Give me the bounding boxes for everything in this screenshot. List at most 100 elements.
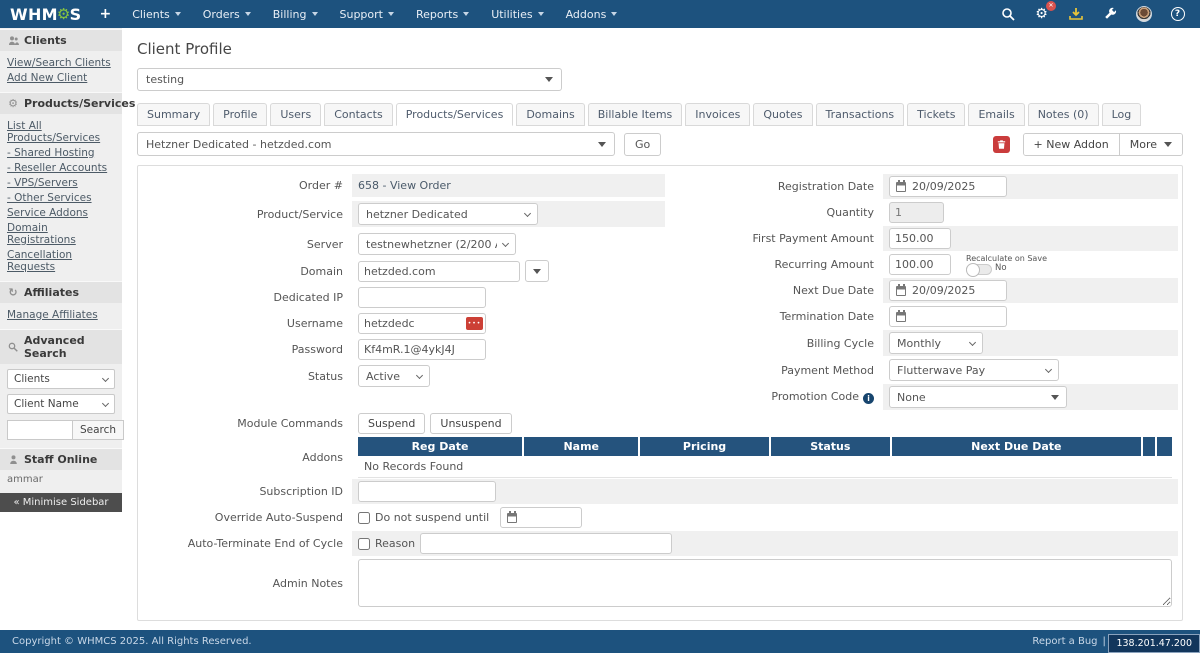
sidebar-section-staff-online: Staff Online (0, 448, 122, 470)
subscription-id-row: Subscription ID (142, 479, 1178, 504)
sidebar-link-list-all-products[interactable]: List All Products/Services (0, 118, 122, 145)
footer-copyright: Copyright © WHMCS 2025. All Rights Reser… (12, 636, 252, 647)
report-bug-link[interactable]: Report a Bug (1032, 636, 1097, 647)
delete-service-icon[interactable] (993, 136, 1010, 153)
subscription-id-input[interactable] (358, 481, 496, 502)
go-button[interactable]: Go (624, 133, 661, 156)
menu-support[interactable]: Support (329, 0, 405, 28)
addons-col-status[interactable]: Status (771, 437, 892, 456)
tab-log[interactable]: Log (1102, 103, 1142, 126)
domain-input[interactable] (358, 261, 520, 282)
menu-addons[interactable]: Addons (555, 0, 629, 28)
promotion-code-select[interactable]: None (889, 386, 1067, 408)
billing-cycle-select[interactable]: Monthly (889, 332, 983, 354)
addons-col-name[interactable]: Name (524, 437, 640, 456)
sidebar-section-advanced-search: Advanced Search (0, 329, 122, 364)
sidebar-link-domain-registrations[interactable]: Domain Registrations (0, 220, 122, 247)
help-icon[interactable]: ? (1169, 6, 1186, 23)
first-payment-input[interactable] (889, 228, 951, 249)
advanced-search-input[interactable] (7, 420, 73, 440)
main-menu: Clients Orders Billing Support Reports U… (121, 0, 628, 28)
chevron-down-icon (969, 338, 976, 345)
tab-transactions[interactable]: Transactions (816, 103, 905, 126)
sidebar-link-add-new-client[interactable]: Add New Client (0, 70, 122, 85)
addons-col-next-due[interactable]: Next Due Date (892, 437, 1143, 456)
sidebar-link-other-services[interactable]: - Other Services (0, 190, 122, 205)
addons-col-reg-date[interactable]: Reg Date (358, 437, 524, 456)
suspend-until-date-input[interactable] (500, 507, 582, 528)
more-button[interactable]: More (1119, 134, 1182, 155)
override-auto-suspend-checkbox[interactable] (358, 512, 370, 524)
service-picker-dropdown[interactable]: Hetzner Dedicated - hetzded.com (137, 132, 615, 156)
recurring-amount-input[interactable] (889, 254, 951, 275)
advanced-search-button[interactable]: Search (73, 420, 124, 440)
termination-date-input[interactable] (889, 306, 1007, 327)
domain-dropdown-button[interactable] (525, 260, 549, 282)
wrench-icon[interactable] (1101, 6, 1118, 23)
menu-billing[interactable]: Billing (262, 0, 329, 28)
first-payment-row: First Payment Amount (665, 226, 1178, 251)
recalculate-toggle[interactable] (966, 264, 992, 275)
status-row: Status Active (142, 363, 665, 389)
chevron-down-icon (611, 12, 617, 16)
password-input[interactable] (358, 339, 486, 360)
auto-terminate-checkbox[interactable] (358, 538, 370, 550)
tab-billable-items[interactable]: Billable Items (588, 103, 683, 126)
tab-users[interactable]: Users (270, 103, 321, 126)
tab-quotes[interactable]: Quotes (753, 103, 812, 126)
tab-summary[interactable]: Summary (137, 103, 210, 126)
module-login-icon[interactable]: ••• (466, 317, 483, 330)
sidebar-link-cancellation-requests[interactable]: Cancellation Requests (0, 247, 122, 274)
dedicated-ip-input[interactable] (358, 287, 486, 308)
new-addon-button[interactable]: + New Addon (1024, 134, 1119, 155)
client-profile-tabs: Summary Profile Users Contacts Products/… (137, 103, 1183, 126)
advanced-search-field-select[interactable]: Client Name (7, 394, 115, 414)
tab-domains[interactable]: Domains (516, 103, 584, 126)
admin-notes-textarea[interactable] (358, 559, 1172, 607)
payment-method-select[interactable]: Flutterwave Pay (889, 359, 1059, 381)
tab-products-services[interactable]: Products/Services (396, 103, 514, 126)
status-select[interactable]: Active (358, 365, 430, 387)
info-icon[interactable]: i (863, 393, 874, 404)
auto-terminate-row: Auto-Terminate End of Cycle Reason (142, 531, 1178, 556)
tab-notes[interactable]: Notes (0) (1028, 103, 1099, 126)
tab-tickets[interactable]: Tickets (907, 103, 965, 126)
minimise-sidebar-button[interactable]: « Minimise Sidebar (0, 493, 122, 512)
sidebar-link-reseller-accounts[interactable]: - Reseller Accounts (0, 160, 122, 175)
quick-add-button[interactable]: + (99, 6, 111, 22)
automation-status-icon[interactable]: ⚙ ✕ (1033, 6, 1050, 23)
menu-reports[interactable]: Reports (405, 0, 480, 28)
sidebar-link-manage-affiliates[interactable]: Manage Affiliates (0, 307, 122, 322)
sidebar-section-affiliates: ↻ Affiliates (0, 281, 122, 303)
tab-contacts[interactable]: Contacts (324, 103, 393, 126)
sidebar-link-vps-servers[interactable]: - VPS/Servers (0, 175, 122, 190)
promotion-code-row: Promotion Codei None (665, 384, 1178, 410)
addons-empty-row: No Records Found (358, 456, 1172, 478)
page-title: Client Profile (137, 40, 1183, 58)
user-avatar[interactable] (1135, 6, 1152, 23)
staff-icon (7, 454, 19, 465)
menu-clients[interactable]: Clients (121, 0, 192, 28)
client-picker-dropdown[interactable]: testing (137, 68, 562, 91)
advanced-search-category-select[interactable]: Clients (7, 369, 115, 389)
search-icon[interactable] (999, 6, 1016, 23)
auto-terminate-reason-input[interactable] (420, 533, 672, 554)
registration-date-input[interactable]: 20/09/2025 (889, 176, 1007, 197)
tab-profile[interactable]: Profile (213, 103, 267, 126)
sidebar-link-view-search-clients[interactable]: View/Search Clients (0, 55, 122, 70)
view-order-link[interactable]: 658 - View Order (358, 179, 451, 192)
menu-utilities[interactable]: Utilities (480, 0, 554, 28)
suspend-button[interactable]: Suspend (358, 413, 425, 434)
tab-invoices[interactable]: Invoices (685, 103, 750, 126)
staff-noticeboard-icon[interactable] (1067, 6, 1084, 23)
tab-emails[interactable]: Emails (968, 103, 1024, 126)
sidebar-link-shared-hosting[interactable]: - Shared Hosting (0, 145, 122, 160)
server-select[interactable]: testnewhetzner (2/200 Account: (358, 233, 516, 255)
menu-orders[interactable]: Orders (192, 0, 262, 28)
whmcs-logo[interactable]: WHM⚙S (10, 5, 81, 24)
unsuspend-button[interactable]: Unsuspend (430, 413, 511, 434)
product-service-select[interactable]: hetzner Dedicated (358, 203, 538, 225)
addons-col-pricing[interactable]: Pricing (640, 437, 770, 456)
sidebar-link-service-addons[interactable]: Service Addons (0, 205, 122, 220)
next-due-date-input[interactable]: 20/09/2025 (889, 280, 1007, 301)
